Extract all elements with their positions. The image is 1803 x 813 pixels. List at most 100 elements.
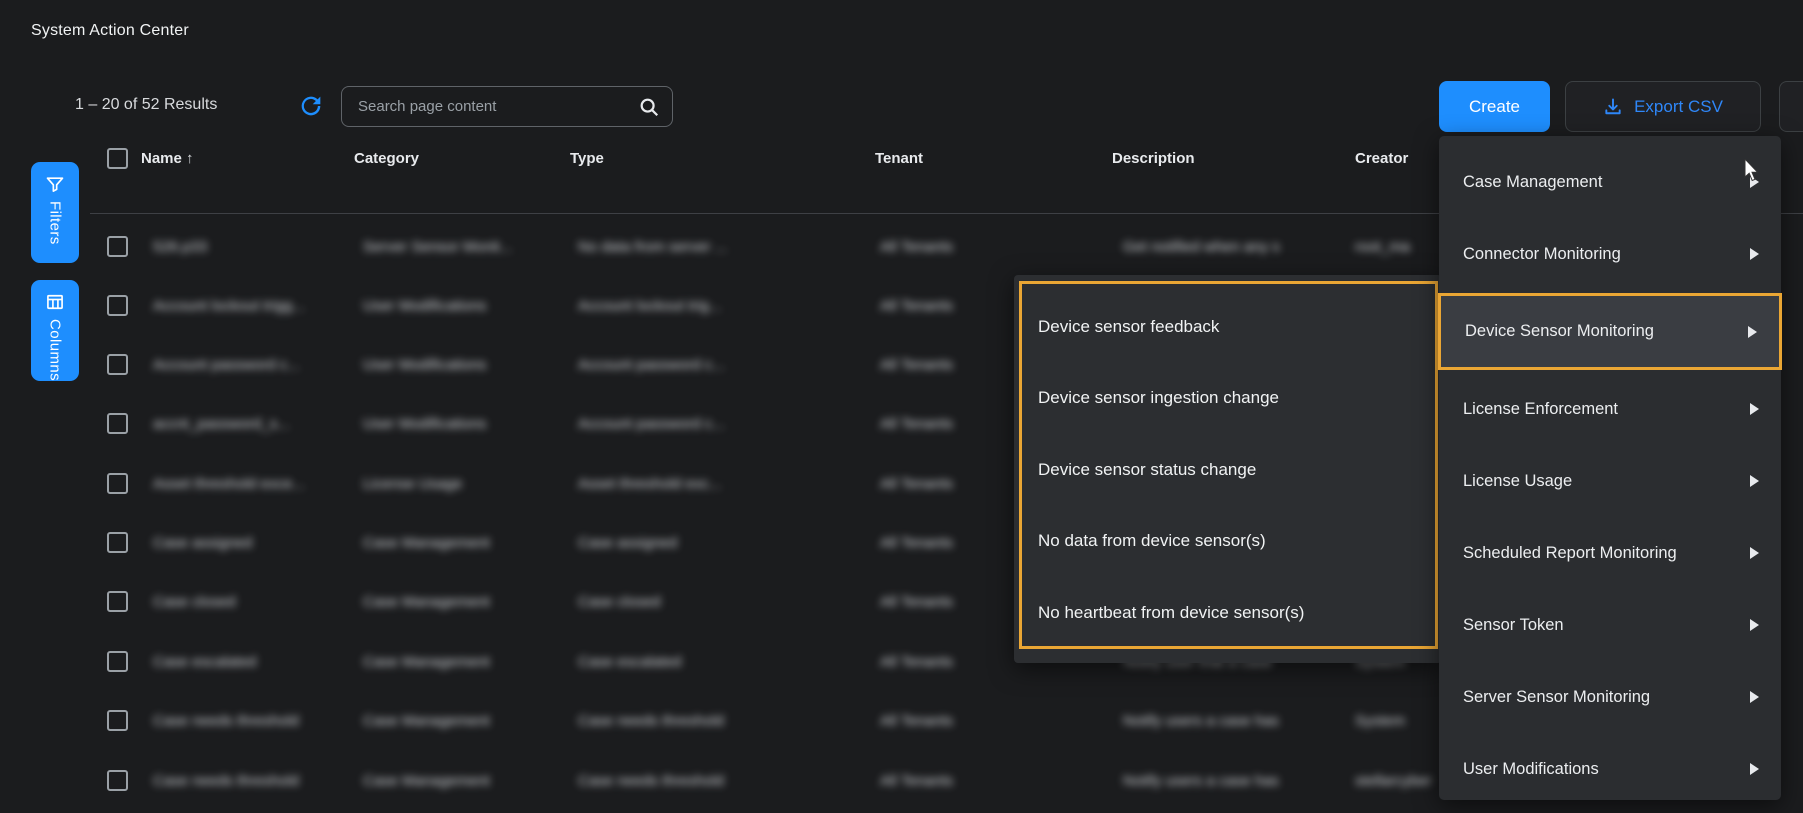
filter-funnel-icon <box>45 174 65 194</box>
cell-type: Case escalated <box>578 653 773 670</box>
cell-category: Case Management <box>363 593 528 610</box>
chevron-right-icon <box>1750 403 1759 415</box>
cell-tenant: All Tenants <box>880 238 1000 255</box>
cell-description: Get notified when any s <box>1123 238 1335 255</box>
cell-name: Case escalated <box>153 653 358 670</box>
cell-name: Case needs threshold <box>153 712 358 729</box>
cell-tenant: All Tenants <box>880 593 1000 610</box>
column-header-name[interactable]: Name ↑ <box>141 150 194 167</box>
create-button[interactable]: Create <box>1439 81 1550 132</box>
row-checkbox[interactable] <box>107 710 128 731</box>
column-header-tenant[interactable]: Tenant <box>875 150 923 167</box>
cell-type: No data from server ... <box>578 238 773 255</box>
cell-category: Case Management <box>363 772 528 789</box>
cell-description: Notify users a case has <box>1123 712 1335 729</box>
row-checkbox[interactable] <box>107 651 128 672</box>
cell-name: 526.p33 <box>153 238 358 255</box>
select-all-checkbox[interactable] <box>107 148 128 169</box>
row-checkbox[interactable] <box>107 236 128 257</box>
cell-category: Server Sensor Monit... <box>363 238 528 255</box>
cell-type: Account password c... <box>578 356 773 373</box>
cell-category: Case Management <box>363 653 528 670</box>
cell-tenant: All Tenants <box>880 534 1000 551</box>
cell-name: Account lockout trigg... <box>153 297 358 314</box>
page-title: System Action Center <box>31 22 189 40</box>
submenu-item-no-heartbeat-from-device-sensors[interactable]: No heartbeat from device sensor(s) <box>1014 577 1442 649</box>
cell-type: Case needs threshold <box>578 712 773 729</box>
cell-tenant: All Tenants <box>880 653 1000 670</box>
chevron-right-icon <box>1750 475 1759 487</box>
column-header-category[interactable]: Category <box>354 150 419 167</box>
cell-tenant: All Tenants <box>880 415 1000 432</box>
create-dropdown-menu: Case Management Connector Monitoring Dev… <box>1439 136 1781 800</box>
cell-name: Case closed <box>153 593 358 610</box>
column-header-type[interactable]: Type <box>570 150 604 167</box>
chevron-right-icon <box>1750 547 1759 559</box>
submenu-item-device-sensor-feedback[interactable]: Device sensor feedback <box>1014 291 1442 363</box>
cell-tenant: All Tenants <box>880 772 1000 789</box>
row-checkbox[interactable] <box>107 532 128 553</box>
menu-item-scheduled-report-monitoring[interactable]: Scheduled Report Monitoring <box>1439 517 1781 589</box>
cell-type: Account password c... <box>578 415 773 432</box>
refresh-icon <box>297 107 325 124</box>
cell-category: User Modifications <box>363 415 528 432</box>
cell-category: User Modifications <box>363 297 528 314</box>
system-action-center-screen: System Action Center 1 – 20 of 52 Result… <box>0 0 1803 813</box>
cell-name: Account password c... <box>153 356 358 373</box>
chevron-right-icon <box>1750 691 1759 703</box>
cell-type: Asset threshold exc... <box>578 475 773 492</box>
search-icon[interactable] <box>638 96 660 118</box>
export-csv-label: Export CSV <box>1634 97 1723 117</box>
cell-creator: root_ma <box>1355 238 1439 255</box>
cell-tenant: All Tenants <box>880 712 1000 729</box>
menu-item-device-sensor-monitoring[interactable]: Device Sensor Monitoring <box>1441 296 1779 367</box>
partial-button[interactable] <box>1779 81 1803 132</box>
row-checkbox[interactable] <box>107 413 128 434</box>
column-header-creator[interactable]: Creator <box>1355 150 1408 167</box>
row-checkbox[interactable] <box>107 354 128 375</box>
chevron-right-icon <box>1750 619 1759 631</box>
export-csv-button[interactable]: Export CSV <box>1565 81 1761 132</box>
cell-description: Notify users a case has <box>1123 772 1335 789</box>
menu-item-server-sensor-monitoring[interactable]: Server Sensor Monitoring <box>1439 661 1781 733</box>
results-count: 1 – 20 of 52 Results <box>75 96 217 114</box>
row-checkbox[interactable] <box>107 770 128 791</box>
row-checkbox[interactable] <box>107 473 128 494</box>
search-input[interactable] <box>356 97 638 116</box>
submenu-item-no-data-from-device-sensors[interactable]: No data from device sensor(s) <box>1014 506 1442 578</box>
sort-asc-icon: ↑ <box>186 150 194 167</box>
chevron-right-icon <box>1750 248 1759 260</box>
cell-category: License Usage <box>363 475 528 492</box>
menu-item-case-management[interactable]: Case Management <box>1439 146 1781 218</box>
cell-category: Case Management <box>363 534 528 551</box>
menu-item-user-modifications[interactable]: User Modifications <box>1439 733 1781 805</box>
chevron-right-icon <box>1750 176 1759 188</box>
cell-tenant: All Tenants <box>880 475 1000 492</box>
cell-name: Asset threshold exce... <box>153 475 358 492</box>
menu-item-sensor-token[interactable]: Sensor Token <box>1439 589 1781 661</box>
cell-type: Account lockout trig... <box>578 297 773 314</box>
refresh-button[interactable] <box>297 92 325 120</box>
cell-creator: System <box>1355 712 1439 729</box>
device-sensor-monitoring-submenu: Device sensor feedback Device sensor ing… <box>1014 275 1442 663</box>
download-icon <box>1603 97 1623 117</box>
cell-type: Case needs threshold <box>578 772 773 789</box>
cell-name: Case needs threshold <box>153 772 358 789</box>
menu-item-license-usage[interactable]: License Usage <box>1439 445 1781 517</box>
cell-creator: stellarcyber <box>1355 772 1439 789</box>
cell-tenant: All Tenants <box>880 297 1000 314</box>
cell-category: User Modifications <box>363 356 528 373</box>
column-header-description[interactable]: Description <box>1112 150 1195 167</box>
cell-tenant: All Tenants <box>880 356 1000 373</box>
menu-item-connector-monitoring[interactable]: Connector Monitoring <box>1439 218 1781 290</box>
menu-item-license-enforcement[interactable]: License Enforcement <box>1439 373 1781 445</box>
row-checkbox[interactable] <box>107 591 128 612</box>
cell-type: Case assigned <box>578 534 773 551</box>
row-checkbox[interactable] <box>107 295 128 316</box>
cell-name: accnt_password_s... <box>153 415 358 432</box>
submenu-item-device-sensor-ingestion-change[interactable]: Device sensor ingestion change <box>1014 363 1442 435</box>
submenu-item-device-sensor-status-change[interactable]: Device sensor status change <box>1014 434 1442 506</box>
cell-category: Case Management <box>363 712 528 729</box>
cell-name: Case assigned <box>153 534 358 551</box>
chevron-right-icon <box>1750 763 1759 775</box>
